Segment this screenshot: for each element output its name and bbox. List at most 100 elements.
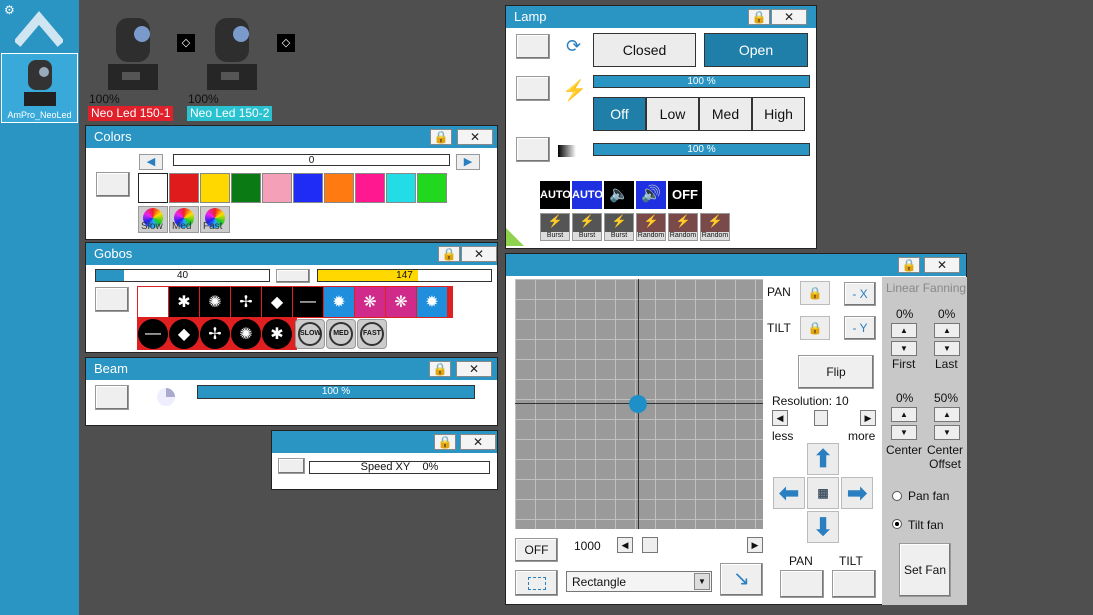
last-down-button[interactable]: ▼: [934, 341, 960, 356]
gobo-icon[interactable]: ✹: [324, 287, 354, 317]
close-button[interactable]: ✕: [924, 257, 960, 273]
close-button[interactable]: ✕: [456, 361, 492, 377]
off-button[interactable]: OFF: [515, 538, 558, 562]
beam-apply-button[interactable]: [95, 385, 129, 410]
tilt-lock-icon[interactable]: 🔒: [800, 316, 830, 340]
color-swatch[interactable]: [262, 173, 292, 203]
open-button[interactable]: Open: [704, 33, 808, 67]
gear-icon[interactable]: ⚙: [4, 3, 15, 17]
lock-button[interactable]: 🔒: [430, 129, 452, 145]
lock-button[interactable]: 🔒: [748, 9, 770, 25]
close-button[interactable]: ✕: [460, 434, 496, 450]
color-apply-button[interactable]: [96, 172, 130, 197]
gobo-apply-button[interactable]: [95, 287, 129, 312]
resize-grip-icon[interactable]: [506, 228, 524, 246]
offset-down-button[interactable]: ▼: [934, 425, 960, 440]
arrow-up-button[interactable]: ⬆: [807, 443, 839, 475]
speaker-mute-icon[interactable]: 🔈: [604, 181, 634, 209]
burst-button[interactable]: ⚡ Random: [668, 213, 698, 241]
off-button[interactable]: OFF: [668, 181, 702, 209]
next-arrow-button[interactable]: ▶: [456, 154, 480, 170]
xy-grid-pad[interactable]: [515, 279, 763, 529]
color-swatch[interactable]: [324, 173, 354, 203]
gobo-icon[interactable]: ✹: [417, 287, 447, 317]
color-swatch[interactable]: [355, 173, 385, 203]
diagonal-arrow-button[interactable]: ↘: [720, 563, 763, 596]
burst-button[interactable]: ⚡ Burst: [604, 213, 634, 241]
color-swatch[interactable]: [293, 173, 323, 203]
speedxy-apply-button[interactable]: [278, 458, 305, 474]
dimmer-bar[interactable]: 100 %: [593, 143, 810, 156]
center-down-button[interactable]: ▼: [891, 425, 917, 440]
color-wheel-speed-button[interactable]: Fast: [200, 206, 230, 233]
gobo-icon[interactable]: ✢: [231, 287, 261, 317]
gobo-icon[interactable]: ✱: [169, 287, 199, 317]
center-up-button[interactable]: ▲: [891, 407, 917, 422]
pan-fan-radio[interactable]: [892, 491, 902, 501]
speedxy-bar[interactable]: Speed XY 0%: [309, 461, 490, 474]
speed-slider[interactable]: [633, 537, 747, 553]
burst-button[interactable]: ⚡ Burst: [540, 213, 570, 241]
offset-up-button[interactable]: ▲: [934, 407, 960, 422]
gobo-icon[interactable]: ✱: [262, 319, 292, 349]
gobo-mid-button[interactable]: [276, 269, 310, 283]
resolution-right-button[interactable]: ▶: [860, 410, 876, 426]
center-grid-icon[interactable]: ▦: [807, 477, 839, 509]
color-swatch[interactable]: [231, 173, 261, 203]
color-swatch[interactable]: [200, 173, 230, 203]
gobo-icon[interactable]: ◆: [169, 319, 199, 349]
lock-button[interactable]: 🔒: [898, 257, 920, 273]
color-swatch[interactable]: [169, 173, 199, 203]
lamp-apply-button[interactable]: [516, 34, 550, 59]
gobo-rotation-button[interactable]: SLOW: [295, 319, 325, 349]
color-wheel-speed-button[interactable]: Slow: [138, 206, 168, 233]
auto-button[interactable]: AUTO: [540, 181, 571, 209]
lock-button[interactable]: 🔒: [438, 246, 460, 262]
level-low-button[interactable]: Low: [646, 97, 699, 131]
invert-x-button[interactable]: - X: [844, 282, 876, 306]
dimmer-apply-button[interactable]: [516, 137, 550, 162]
color-value-bar[interactable]: 0: [173, 154, 450, 166]
color-wheel-speed-button[interactable]: Med: [169, 206, 199, 233]
arrow-left-button[interactable]: ⬅: [773, 477, 805, 509]
first-down-button[interactable]: ▼: [891, 341, 917, 356]
resolution-left-button[interactable]: ◀: [772, 410, 788, 426]
gobo-index-bar[interactable]: 147: [317, 269, 492, 282]
pan-lock-icon[interactable]: 🔒: [800, 281, 830, 305]
gobo-icon[interactable]: ◆: [262, 287, 292, 317]
tilt-fan-radio[interactable]: [892, 519, 902, 529]
level-med-button[interactable]: Med: [699, 97, 752, 131]
gobo-rotation-bar[interactable]: 40: [95, 269, 270, 282]
first-up-button[interactable]: ▲: [891, 323, 917, 338]
color-swatch[interactable]: [386, 173, 416, 203]
flip-button[interactable]: Flip: [798, 355, 874, 389]
fixture-1[interactable]: 100% Neo Led 150-1: [88, 14, 178, 122]
pan-value-button[interactable]: [780, 570, 824, 598]
lock-button[interactable]: 🔒: [429, 361, 451, 377]
fixture-2[interactable]: 100% Neo Led 150-2: [187, 14, 277, 122]
fixture-type-item[interactable]: AmPro_NeoLed: [1, 53, 78, 123]
collapse-chevron-icon[interactable]: [15, 10, 63, 48]
gobo-rotation-button[interactable]: MED: [326, 319, 356, 349]
fixture-select-icon[interactable]: ◇: [277, 34, 295, 52]
resolution-slider[interactable]: [788, 410, 860, 426]
close-button[interactable]: ✕: [461, 246, 497, 262]
burst-button[interactable]: ⚡ Burst: [572, 213, 602, 241]
selection-rect-icon[interactable]: [515, 570, 558, 596]
closed-button[interactable]: Closed: [593, 33, 696, 67]
burst-button[interactable]: ⚡ Random: [636, 213, 666, 241]
arrow-right-button[interactable]: ➡: [841, 477, 873, 509]
xy-cursor[interactable]: [629, 395, 647, 413]
gobo-icon[interactable]: —: [293, 287, 323, 317]
tilt-value-button[interactable]: [832, 570, 876, 598]
gobo-icon[interactable]: ❋: [386, 287, 416, 317]
gobo-icon[interactable]: [138, 287, 168, 317]
strobe-apply-button[interactable]: [516, 76, 550, 101]
shape-select[interactable]: Rectangle ▼: [566, 571, 712, 592]
invert-y-button[interactable]: - Y: [844, 316, 876, 340]
prev-arrow-button[interactable]: ◀: [139, 154, 163, 170]
gobo-icon[interactable]: —: [138, 319, 168, 349]
level-off-button[interactable]: Off: [593, 97, 646, 131]
close-button[interactable]: ✕: [457, 129, 493, 145]
gobo-icon[interactable]: ❋: [355, 287, 385, 317]
